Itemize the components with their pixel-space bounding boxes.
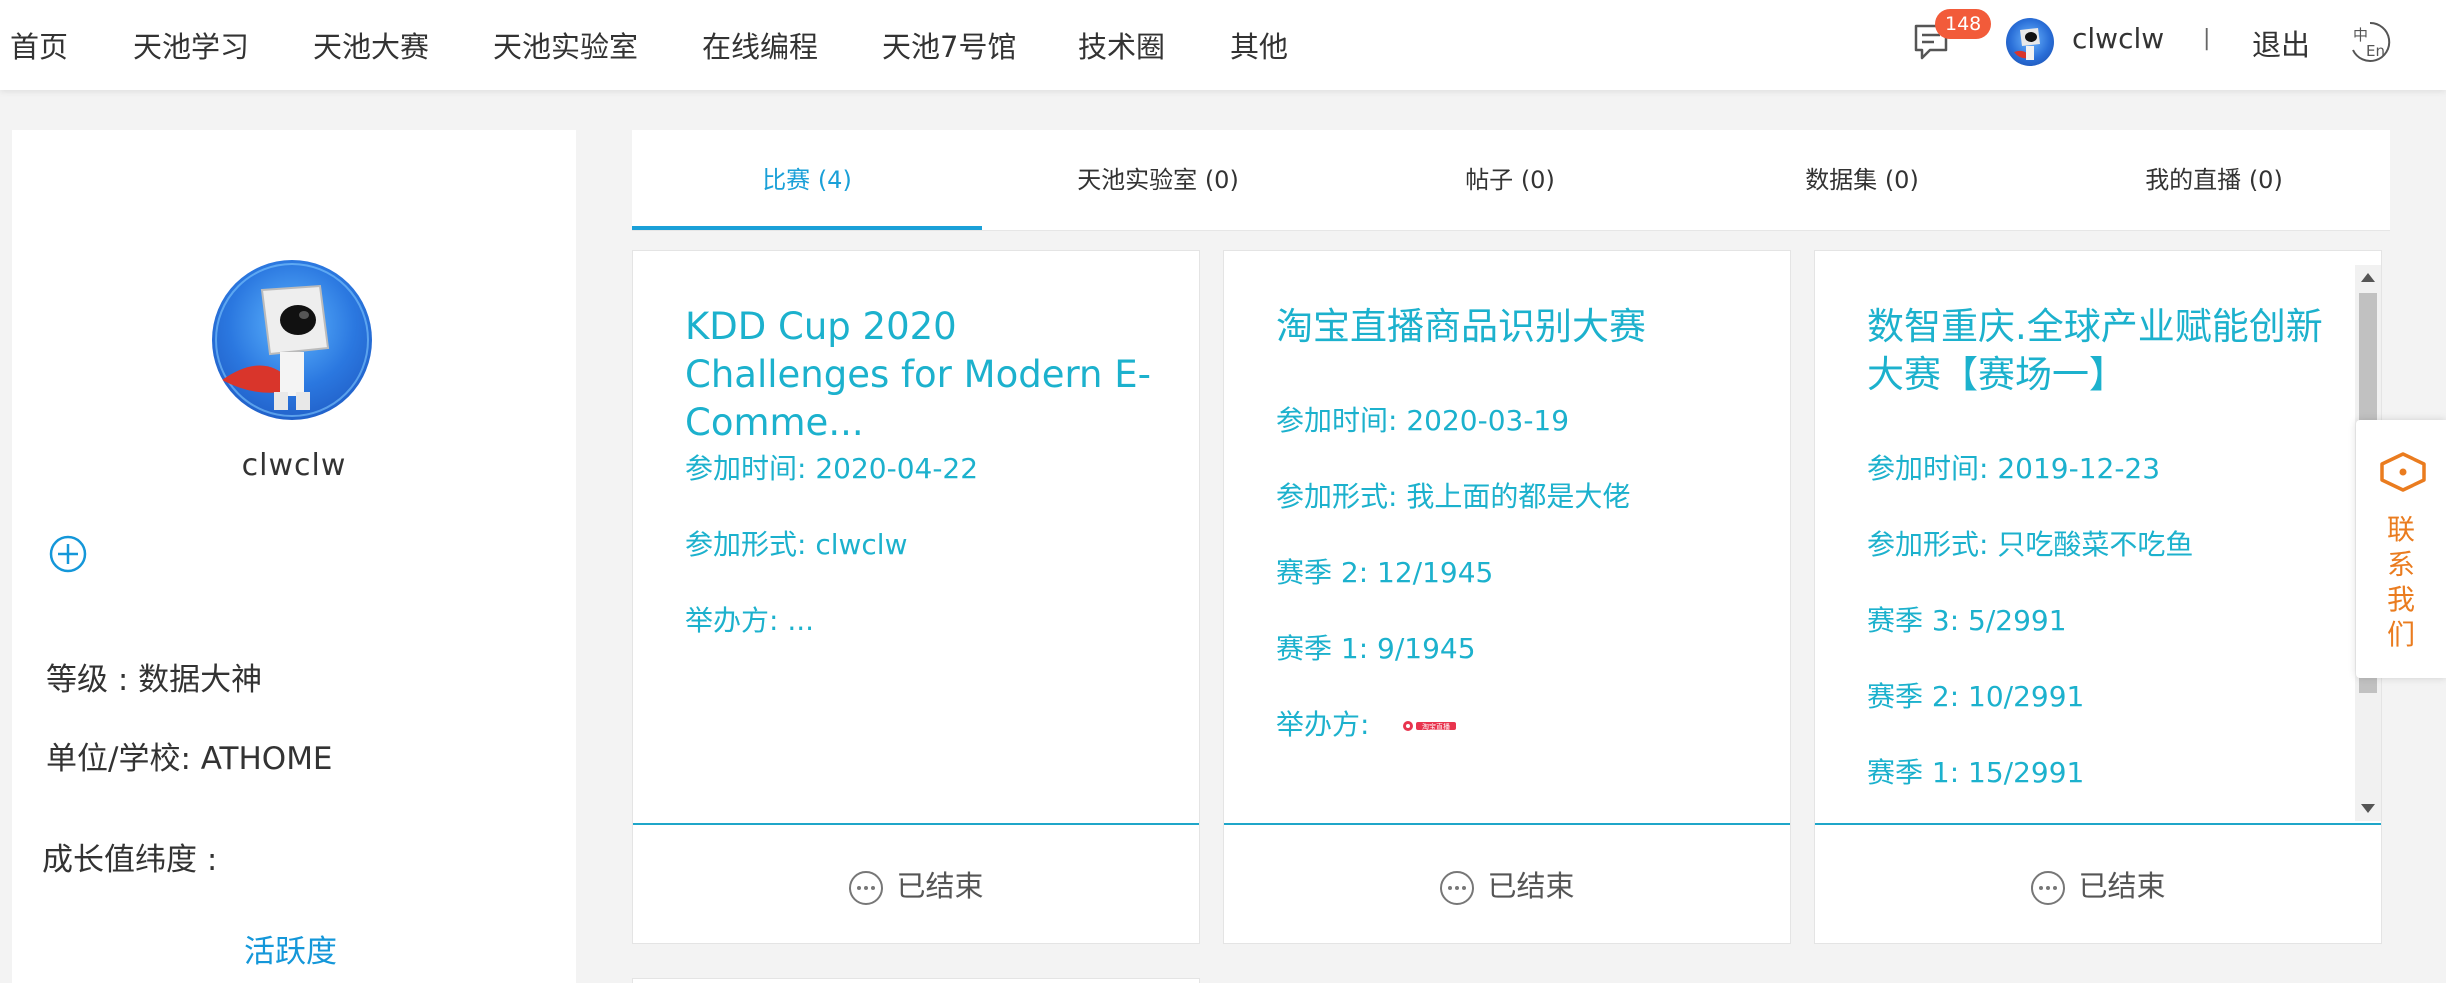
contact-hexagon-icon: [2378, 450, 2428, 494]
taobao-live-logo: 淘宝直播: [1403, 721, 1457, 731]
nav-other[interactable]: 其他: [1230, 24, 1288, 66]
ended-status-icon: [2031, 871, 2066, 905]
status-label: 已结束: [896, 869, 984, 903]
nav-online-coding[interactable]: 在线编程: [702, 24, 818, 66]
language-toggle-icon[interactable]: 中 En: [2348, 20, 2392, 64]
status-label: 已结束: [2078, 869, 2166, 903]
active-tab-indicator: [632, 226, 982, 230]
join-form: 参加形式: clwclw: [685, 528, 908, 561]
scroll-up-arrow-icon[interactable]: [2361, 273, 2375, 282]
nav-competitions[interactable]: 天池大赛: [313, 24, 429, 66]
profile-name: clwclw: [241, 448, 347, 483]
growth-dimension-label: 成长值纬度 :: [42, 842, 218, 878]
contact-us-label: 联系我们: [2386, 513, 2415, 651]
card-body: KDD Cup 2020 Challenges for Modern E-Com…: [633, 251, 1199, 825]
nav-pavilion-7[interactable]: 天池7号馆: [882, 24, 1016, 66]
join-date: 参加时间: 2020-03-19: [1276, 404, 1570, 437]
username[interactable]: clwclw: [2072, 22, 2164, 55]
contact-us-button[interactable]: 联系我们: [2356, 420, 2446, 678]
ended-status-icon: [849, 871, 884, 905]
message-count-badge: 148: [1935, 9, 1992, 39]
season-2-rank: 赛季 2: 12/1945: [1276, 556, 1494, 589]
svg-text:En: En: [2366, 42, 2385, 60]
season-1-rank: 赛季 1: 15/2991: [1867, 756, 2085, 789]
season-1-rank: 赛季 1: 9/1945: [1276, 632, 1476, 665]
join-form: 参加形式: 只吃酸菜不吃鱼: [1867, 528, 2194, 561]
add-icon[interactable]: [48, 534, 88, 574]
join-date: 参加时间: 2019-12-23: [1867, 452, 2161, 485]
profile-card: clwclw 等级 : 数据大神 单位/学校: ATHOME 成长值纬度 : 活…: [12, 130, 576, 983]
nav-separator: |: [2203, 26, 2211, 51]
competition-card-taobao-live[interactable]: 淘宝直播商品识别大赛 参加时间: 2020-03-19 参加形式: 我上面的都是…: [1223, 250, 1791, 944]
logout-link[interactable]: 退出: [2252, 22, 2310, 64]
join-form: 参加形式: 我上面的都是大佬: [1276, 480, 1631, 513]
top-navigation-bar: 首页 天池学习 天池大赛 天池实验室 在线编程 天池7号馆 技术圈 其他 148…: [0, 0, 2446, 90]
card-body: 数智重庆.全球产业赋能创新大赛【赛场一】 参加时间: 2019-12-23 参加…: [1815, 251, 2381, 825]
nav-home[interactable]: 首页: [10, 24, 68, 66]
next-card-edge: [632, 978, 1200, 983]
profile-level: 等级 : 数据大神: [46, 662, 263, 698]
profile-organization: 单位/学校: ATHOME: [46, 741, 333, 777]
scroll-down-arrow-icon[interactable]: [2361, 804, 2375, 813]
tab-competitions[interactable]: 比赛 (4): [632, 130, 982, 230]
card-title[interactable]: 数智重庆.全球产业赋能创新大赛【赛场一】: [1867, 303, 2327, 399]
ended-status-icon: [1440, 871, 1475, 905]
nav-learning[interactable]: 天池学习: [133, 24, 249, 66]
season-3-rank: 赛季 3: 5/2991: [1867, 604, 2067, 637]
card-footer: 已结束: [1815, 825, 2381, 943]
card-title[interactable]: KDD Cup 2020 Challenges for Modern E-Com…: [685, 303, 1165, 447]
competition-card-kdd[interactable]: KDD Cup 2020 Challenges for Modern E-Com…: [632, 250, 1200, 944]
card-footer: 已结束: [1224, 825, 1790, 943]
profile-avatar: [212, 260, 372, 420]
tab-lab[interactable]: 天池实验室 (0): [982, 130, 1334, 230]
organizer: 举办方: ...: [685, 604, 815, 637]
tab-my-live[interactable]: 我的直播 (0): [2038, 130, 2390, 230]
card-title[interactable]: 淘宝直播商品识别大赛: [1276, 303, 1756, 351]
user-avatar[interactable]: [2006, 18, 2054, 66]
card-body: 淘宝直播商品识别大赛 参加时间: 2020-03-19 参加形式: 我上面的都是…: [1224, 251, 1790, 825]
nav-tech-circle[interactable]: 技术圈: [1078, 24, 1165, 66]
status-label: 已结束: [1487, 869, 1575, 903]
activity-label[interactable]: 活跃度: [244, 926, 337, 971]
nav-lab[interactable]: 天池实验室: [493, 24, 638, 66]
join-date: 参加时间: 2020-04-22: [685, 452, 979, 485]
organizer-label: 举办方:: [1276, 708, 1370, 741]
season-2-rank: 赛季 2: 10/2991: [1867, 680, 2085, 713]
tab-datasets[interactable]: 数据集 (0): [1686, 130, 2038, 230]
profile-tabs: 比赛 (4) 天池实验室 (0) 帖子 (0) 数据集 (0) 我的直播 (0): [632, 130, 2390, 231]
card-footer: 已结束: [633, 825, 1199, 943]
organizer: 举办方: 淘宝直播: [1276, 703, 1458, 743]
svg-text:淘宝直播: 淘宝直播: [1422, 722, 1450, 731]
competition-card-chongqing[interactable]: 数智重庆.全球产业赋能创新大赛【赛场一】 参加时间: 2019-12-23 参加…: [1814, 250, 2382, 944]
tab-posts[interactable]: 帖子 (0): [1334, 130, 1686, 230]
